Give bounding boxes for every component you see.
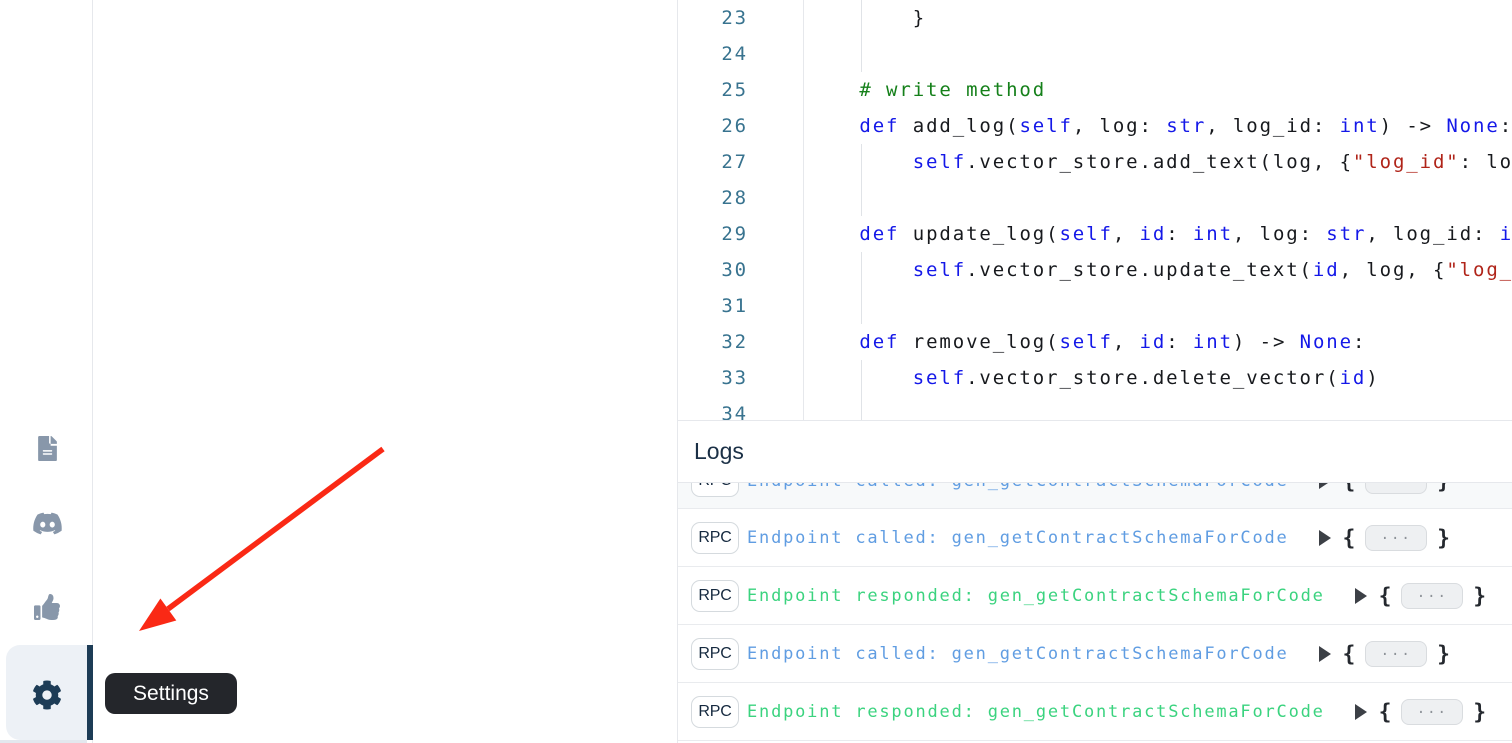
line-number: 28 — [678, 180, 804, 216]
line-number: 27 — [678, 144, 804, 180]
expand-triangle-icon[interactable] — [1319, 530, 1331, 546]
line-number: 26 — [678, 108, 804, 144]
log-message: Endpoint responded: gen_getContractSchem… — [747, 586, 1325, 606]
brace-open: { — [1379, 700, 1392, 724]
logs-title: Logs — [694, 438, 744, 465]
code-text — [804, 396, 806, 420]
code-panel[interactable]: 23 }2425 # write method26 def add_log(se… — [677, 0, 1512, 420]
log-row[interactable]: RPC Endpoint called: gen_getContractSchem… — [678, 625, 1512, 683]
sidebar-item-settings[interactable] — [27, 675, 67, 715]
expand-triangle-icon[interactable] — [1319, 483, 1331, 489]
brace-open: { — [1379, 584, 1392, 608]
log-row[interactable]: RPC Endpoint responded: gen_getContractSc… — [678, 683, 1512, 741]
code-line: 25 # write method — [678, 72, 1512, 108]
log-message: Endpoint called: gen_getContractSchemaFo… — [747, 483, 1289, 491]
logs-panel: Logs RPC Endpoint called: gen_getContract… — [677, 420, 1512, 743]
code-line: 23 } — [678, 0, 1512, 36]
log-row[interactable]: RPC Endpoint called: gen_getContractSchem… — [678, 509, 1512, 567]
active-item-indicator — [87, 645, 93, 740]
rpc-badge: RPC — [691, 696, 739, 728]
sidebar-item-docs[interactable] — [27, 428, 67, 468]
line-number: 31 — [678, 288, 804, 324]
log-message: Endpoint called: gen_getContractSchemaFo… — [747, 528, 1289, 548]
log-expander[interactable]: {...} — [1319, 525, 1450, 551]
ellipsis-button[interactable]: ... — [1365, 483, 1427, 494]
line-number: 24 — [678, 36, 804, 72]
code-line: 27 self.vector_store.add_text(log, {"log… — [678, 144, 1512, 180]
line-number: 30 — [678, 252, 804, 288]
code-line: 29 def update_log(self, id: int, log: st… — [678, 216, 1512, 252]
logs-rows: RPC Endpoint called: gen_getContractSchem… — [678, 483, 1512, 741]
code-text: def update_log(self, id: int, log: str, … — [804, 216, 1512, 252]
code-line: 30 self.vector_store.update_text(id, log… — [678, 252, 1512, 288]
brace-open: { — [1343, 526, 1356, 550]
sidebar-item-discord[interactable] — [27, 503, 67, 543]
log-message: Endpoint called: gen_getContractSchemaFo… — [747, 644, 1289, 664]
brace-close: } — [1437, 483, 1450, 493]
code-line: 24 — [678, 36, 1512, 72]
code-line: 32 def remove_log(self, id: int) -> None… — [678, 324, 1512, 360]
code-text: self.vector_store.add_text(log, {"log_id… — [804, 144, 1512, 180]
log-row[interactable]: RPC Endpoint called: gen_getContractSchem… — [678, 483, 1512, 509]
line-number: 23 — [678, 0, 804, 36]
settings-tooltip-label: Settings — [133, 682, 209, 706]
line-number: 29 — [678, 216, 804, 252]
log-expander[interactable]: {...} — [1355, 583, 1486, 609]
code-line: 33 self.vector_store.delete_vector(id) — [678, 360, 1512, 396]
sidebar-item-feedback[interactable] — [27, 587, 67, 627]
app-window: Settings 23 }2425 # write method26 def a… — [0, 0, 1512, 743]
expand-triangle-icon[interactable] — [1355, 588, 1367, 604]
log-message: Endpoint responded: gen_getContractSchem… — [747, 702, 1325, 722]
rpc-badge: RPC — [691, 638, 739, 670]
brace-open: { — [1343, 483, 1356, 493]
brace-close: } — [1437, 642, 1450, 666]
line-number: 34 — [678, 396, 804, 420]
code-line: 26 def add_log(self, log: str, log_id: i… — [678, 108, 1512, 144]
code-text: # write method — [804, 72, 1046, 108]
brace-close: } — [1473, 584, 1486, 608]
rpc-badge: RPC — [691, 580, 739, 612]
ellipsis-button[interactable]: ... — [1401, 583, 1463, 609]
brace-close: } — [1437, 526, 1450, 550]
code-text: def remove_log(self, id: int) -> None: — [804, 324, 1366, 360]
code-line: 31 — [678, 288, 1512, 324]
thumbs-up-icon — [34, 594, 60, 620]
log-row[interactable]: RPC Endpoint responded: gen_getContractSc… — [678, 567, 1512, 625]
line-number: 25 — [678, 72, 804, 108]
code-text: def add_log(self, log: str, log_id: int)… — [804, 108, 1512, 144]
line-number: 32 — [678, 324, 804, 360]
ellipsis-button[interactable]: ... — [1365, 525, 1427, 551]
expand-triangle-icon[interactable] — [1319, 646, 1331, 662]
settings-tooltip: Settings — [105, 673, 237, 714]
log-expander[interactable]: {...} — [1319, 641, 1450, 667]
code-text: self.vector_store.update_text(id, log, {… — [804, 252, 1512, 288]
code-line: 28 — [678, 180, 1512, 216]
code-line: 34 — [678, 396, 1512, 420]
code-text — [804, 288, 806, 324]
rpc-badge: RPC — [691, 483, 739, 497]
logs-header: Logs — [678, 421, 1512, 483]
code-text — [804, 36, 806, 72]
log-expander[interactable]: {...} — [1319, 483, 1450, 494]
code-text: self.vector_store.delete_vector(id) — [804, 360, 1380, 396]
ellipsis-button[interactable]: ... — [1401, 699, 1463, 725]
left-sidebar-rail — [0, 0, 93, 743]
expand-triangle-icon[interactable] — [1355, 704, 1367, 720]
ellipsis-button[interactable]: ... — [1365, 641, 1427, 667]
brace-open: { — [1343, 642, 1356, 666]
rpc-badge: RPC — [691, 522, 739, 554]
gear-icon — [32, 680, 62, 710]
line-number: 33 — [678, 360, 804, 396]
brace-close: } — [1473, 700, 1486, 724]
code-text — [804, 180, 806, 216]
code-text: } — [804, 0, 926, 36]
log-expander[interactable]: {...} — [1355, 699, 1486, 725]
file-text-icon — [35, 436, 60, 461]
discord-icon — [32, 511, 63, 536]
